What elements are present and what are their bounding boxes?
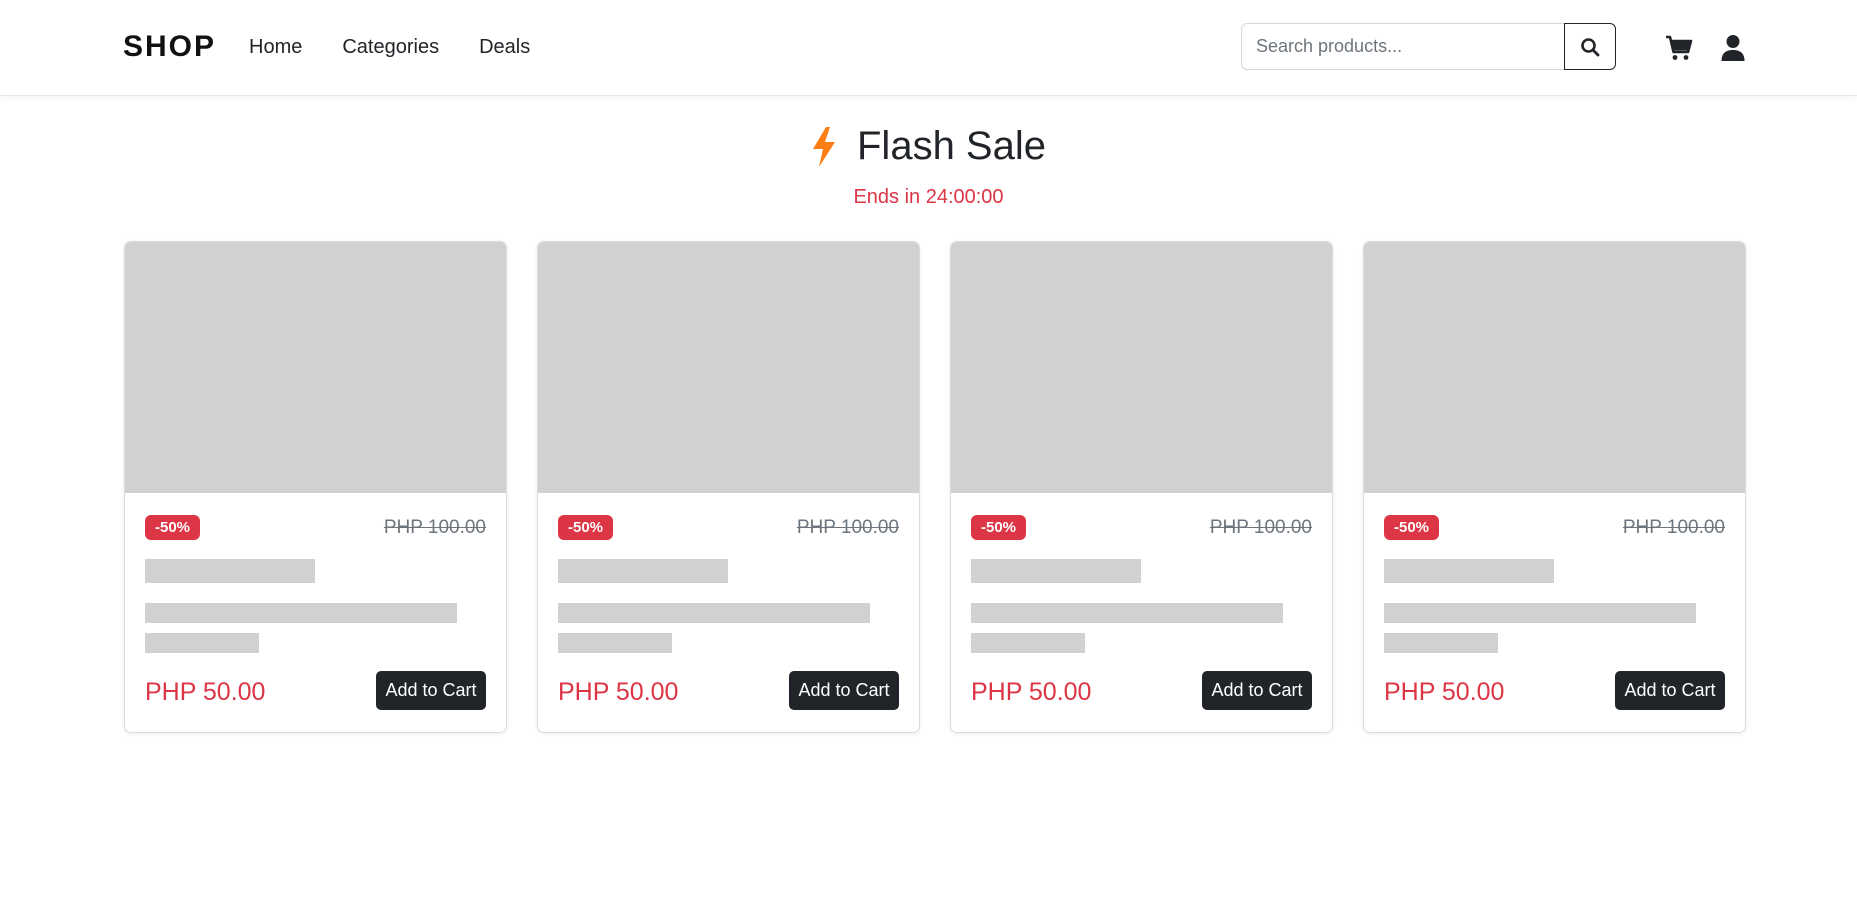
brand-logo[interactable]: SHOP xyxy=(123,30,216,64)
search-button[interactable] xyxy=(1564,23,1616,70)
discount-badge: -50% xyxy=(145,515,201,540)
nav-links: Home Categories Deals xyxy=(249,36,530,59)
product-description-placeholder xyxy=(558,603,870,623)
add-to-cart-button[interactable]: Add to Cart xyxy=(1615,671,1725,710)
product-image-placeholder[interactable] xyxy=(538,242,919,493)
product-title-placeholder xyxy=(145,559,315,583)
product-card-body: -50% PHP 100.00 PHP 50.00 Add to Cart xyxy=(1364,493,1745,732)
search-input[interactable] xyxy=(1241,23,1564,70)
original-price: PHP 100.00 xyxy=(1622,517,1725,538)
product-description-placeholder xyxy=(1384,603,1696,623)
lightning-bolt-icon xyxy=(813,126,835,167)
sale-price: PHP 50.00 xyxy=(1384,678,1505,706)
product-image-placeholder[interactable] xyxy=(125,242,506,493)
flash-sale-title: Flash Sale xyxy=(857,124,1046,168)
product-title-placeholder xyxy=(971,559,1141,583)
discount-badge: -50% xyxy=(971,515,1027,540)
search-group xyxy=(1241,23,1616,70)
product-image-placeholder[interactable] xyxy=(951,242,1332,493)
flash-sale-title-row: Flash Sale xyxy=(811,124,1046,169)
sale-price: PHP 50.00 xyxy=(971,678,1092,706)
nav-link-categories[interactable]: Categories xyxy=(342,36,439,59)
flash-sale-timer: Ends in 24:00:00 xyxy=(853,185,1004,208)
discount-badge: -50% xyxy=(1384,515,1440,540)
product-description-placeholder xyxy=(1384,633,1498,653)
product-card[interactable]: -50% PHP 100.00 PHP 50.00 Add to Cart xyxy=(124,241,507,733)
product-card[interactable]: -50% PHP 100.00 PHP 50.00 Add to Cart xyxy=(1363,241,1746,733)
product-description-placeholder xyxy=(971,603,1283,623)
add-to-cart-button[interactable]: Add to Cart xyxy=(376,671,486,710)
product-card[interactable]: -50% PHP 100.00 PHP 50.00 Add to Cart xyxy=(950,241,1333,733)
product-description-placeholder xyxy=(145,633,259,653)
search-icon xyxy=(1581,37,1600,56)
product-title-placeholder xyxy=(558,559,728,583)
original-price: PHP 100.00 xyxy=(1209,517,1312,538)
product-description-placeholder xyxy=(971,633,1085,653)
user-icon xyxy=(1721,35,1745,61)
add-to-cart-button[interactable]: Add to Cart xyxy=(789,671,899,710)
product-card-body: -50% PHP 100.00 PHP 50.00 Add to Cart xyxy=(538,493,919,732)
nav-link-home[interactable]: Home xyxy=(249,36,302,59)
product-card-body: -50% PHP 100.00 PHP 50.00 Add to Cart xyxy=(951,493,1332,732)
user-button[interactable] xyxy=(1716,31,1750,65)
product-card[interactable]: -50% PHP 100.00 PHP 50.00 Add to Cart xyxy=(537,241,920,733)
flash-sale-header: Flash Sale Ends in 24:00:00 xyxy=(0,124,1857,209)
product-description-placeholder xyxy=(558,633,672,653)
nav-link-deals[interactable]: Deals xyxy=(479,36,530,59)
add-to-cart-button[interactable]: Add to Cart xyxy=(1202,671,1312,710)
original-price: PHP 100.00 xyxy=(796,517,899,538)
product-grid: -50% PHP 100.00 PHP 50.00 Add to Cart -5… xyxy=(124,241,1746,733)
product-title-placeholder xyxy=(1384,559,1554,583)
sale-price: PHP 50.00 xyxy=(145,678,266,706)
cart-button[interactable] xyxy=(1662,31,1696,65)
discount-badge: -50% xyxy=(558,515,614,540)
sale-price: PHP 50.00 xyxy=(558,678,679,706)
navbar: SHOP Home Categories Deals xyxy=(0,0,1857,96)
product-card-body: -50% PHP 100.00 PHP 50.00 Add to Cart xyxy=(125,493,506,732)
cart-icon xyxy=(1666,35,1693,60)
product-image-placeholder[interactable] xyxy=(1364,242,1745,493)
original-price: PHP 100.00 xyxy=(383,517,486,538)
product-description-placeholder xyxy=(145,603,457,623)
